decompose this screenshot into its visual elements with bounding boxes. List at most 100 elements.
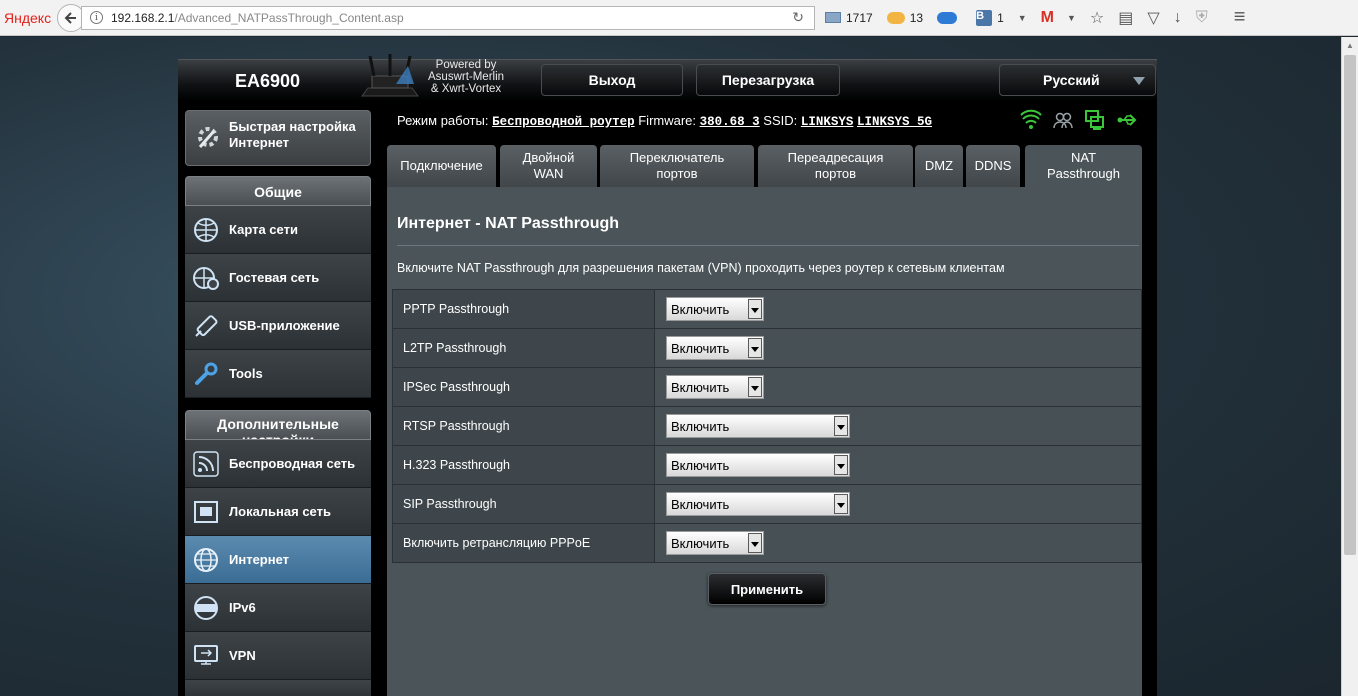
- wifi-status-icon[interactable]: [1020, 109, 1042, 131]
- page-title: Интернет - NAT Passthrough: [397, 215, 620, 232]
- page-description: Включите NAT Passthrough для разрешения …: [397, 261, 1005, 275]
- table-row: PPTP Passthrough Включить: [392, 289, 1142, 329]
- menu-button[interactable]: ≡: [1234, 6, 1246, 29]
- wrench-icon: [195, 362, 218, 385]
- firmware-label: Firmware:: [638, 113, 697, 128]
- ipsec-select[interactable]: Включить: [666, 375, 764, 399]
- sidebar-item-label: IPv6: [229, 600, 256, 615]
- rtsp-select[interactable]: Включить: [666, 414, 850, 438]
- reading-list[interactable]: ▤: [1118, 8, 1133, 28]
- l2tp-select[interactable]: Включить: [666, 336, 764, 360]
- tab-port-trigger[interactable]: Переключатель портов: [600, 145, 754, 187]
- row-label: IPSec Passthrough: [392, 367, 655, 407]
- status-icons: [1020, 109, 1148, 131]
- vk-icon: В: [976, 9, 993, 26]
- quick-setup-button[interactable]: Быстрая настройка Интернет: [185, 110, 371, 166]
- chevron-down-icon[interactable]: ▼: [1018, 13, 1027, 23]
- shield-button[interactable]: ⛨: [1196, 9, 1208, 27]
- dropdown-arrow-icon: [748, 338, 762, 358]
- pppoe-relay-select[interactable]: Включить: [666, 531, 764, 555]
- powered-line-3: & Xwrt-Vortex: [430, 83, 502, 95]
- sidebar-item-next[interactable]: [185, 680, 371, 696]
- logout-button[interactable]: Выход: [541, 64, 683, 96]
- sidebar-item-wireless[interactable]: Беспроводная сеть: [185, 440, 371, 488]
- browser-toolbar: Яндекс i 192.168.2.1/Advanced_NATPassThr…: [0, 0, 1358, 36]
- mode-link[interactable]: Беспроводной роутер: [492, 115, 635, 129]
- mail-widget[interactable]: 1717: [825, 11, 873, 25]
- vk-count: 1: [997, 10, 1004, 25]
- row-label: H.323 Passthrough: [392, 445, 655, 485]
- row-label: SIP Passthrough: [392, 484, 655, 524]
- tab-ddns[interactable]: DDNS: [966, 145, 1020, 187]
- url-path: /Advanced_NATPassThrough_Content.asp: [174, 10, 404, 25]
- quick-setup-label: Быстрая настройка Интернет: [229, 119, 356, 150]
- scroll-up-icon[interactable]: ▲: [1346, 41, 1354, 50]
- ssid-link-1[interactable]: LINKSYS: [801, 115, 854, 129]
- sidebar-item-guest-network[interactable]: Гостевая сеть: [185, 254, 371, 302]
- router-ui: EA6900 Powered by Asuswrt-Merlin & Xwrt-…: [178, 54, 1157, 696]
- quick-setup-icon: [198, 127, 218, 148]
- clients-status-icon[interactable]: [1052, 109, 1074, 131]
- vk-widget[interactable]: В 1 ▼: [976, 9, 1027, 26]
- disk-widget[interactable]: [937, 11, 962, 24]
- weather-temp: 13: [909, 10, 924, 25]
- sidebar-item-tools[interactable]: Tools: [185, 350, 371, 398]
- star-icon: ☆: [1089, 9, 1105, 27]
- network-status-icon[interactable]: [1084, 109, 1106, 131]
- gmail-widget[interactable]: M ▼: [1041, 9, 1076, 27]
- dropdown-arrow-icon: [834, 455, 848, 475]
- reload-icon[interactable]: ↻: [792, 9, 804, 26]
- sidebar-item-lan[interactable]: Локальная сеть: [185, 488, 371, 536]
- tab-connection[interactable]: Подключение: [387, 145, 496, 187]
- table-row: RTSP Passthrough Включить: [392, 406, 1142, 446]
- row-label: RTSP Passthrough: [392, 406, 655, 446]
- wireless-icon: [193, 451, 219, 477]
- chevron-down-icon: [1133, 77, 1145, 85]
- tab-port-forwarding[interactable]: Переадресация портов: [758, 145, 913, 187]
- apply-button[interactable]: Применить: [708, 573, 826, 605]
- reading-list-icon: ▤: [1118, 9, 1134, 27]
- bookmark-star[interactable]: ☆: [1090, 8, 1104, 28]
- language-select[interactable]: Русский: [999, 64, 1156, 96]
- ssid-link-2[interactable]: LINKSYS_5G: [857, 115, 932, 129]
- row-label: L2TP Passthrough: [392, 328, 655, 368]
- firmware-link[interactable]: 380.68_3: [700, 115, 760, 129]
- row-value: Включить: [654, 367, 1142, 407]
- row-label: PPTP Passthrough: [392, 289, 655, 329]
- sidebar-item-usb-app[interactable]: USB-приложение: [185, 302, 371, 350]
- usb-status-icon[interactable]: [1116, 109, 1138, 131]
- vpn-icon: [194, 645, 218, 665]
- tab-nat-passthrough[interactable]: NAT Passthrough: [1025, 145, 1142, 187]
- sidebar-item-ipv6[interactable]: IPv6: [185, 584, 371, 632]
- pptp-select[interactable]: Включить: [666, 297, 764, 321]
- sip-select[interactable]: Включить: [666, 492, 850, 516]
- sidebar-item-internet[interactable]: Интернет: [185, 536, 371, 584]
- sidebar-item-network-map[interactable]: Карта сети: [185, 206, 371, 254]
- cloud-icon: [937, 11, 958, 24]
- chevron-down-icon[interactable]: ▼: [1067, 13, 1076, 23]
- tab-dmz[interactable]: DMZ: [915, 145, 963, 187]
- mail-icon: [825, 12, 841, 23]
- select-value: Включить: [671, 535, 730, 551]
- select-value: Включить: [671, 340, 730, 356]
- sidebar-item-vpn[interactable]: VPN: [185, 632, 371, 680]
- h323-select[interactable]: Включить: [666, 453, 850, 477]
- downloads-button[interactable]: ↓: [1174, 9, 1182, 27]
- lan-icon: [194, 501, 218, 523]
- router-header: EA6900 Powered by Asuswrt-Merlin & Xwrt-…: [178, 54, 1157, 101]
- sidebar-item-label: USB-приложение: [229, 318, 340, 333]
- reboot-button[interactable]: Перезагрузка: [696, 64, 840, 96]
- weather-widget[interactable]: 13: [886, 10, 924, 25]
- select-value: Включить: [671, 418, 730, 434]
- page-scrollbar[interactable]: ▲: [1341, 37, 1358, 696]
- sidebar-item-label: VPN: [229, 648, 256, 663]
- address-bar[interactable]: i 192.168.2.1/Advanced_NATPassThrough_Co…: [81, 5, 815, 30]
- site-info-icon[interactable]: i: [90, 11, 103, 24]
- table-row: H.323 Passthrough Включить: [392, 445, 1142, 485]
- powered-line-1: Powered by: [435, 59, 497, 71]
- browser-brand[interactable]: Яндекс: [0, 10, 55, 26]
- pocket-icon: ▽: [1147, 9, 1160, 27]
- pocket-button[interactable]: ▽: [1147, 8, 1159, 28]
- tab-dual-wan[interactable]: Двойной WAN: [500, 145, 597, 187]
- scroll-thumb[interactable]: [1344, 55, 1356, 555]
